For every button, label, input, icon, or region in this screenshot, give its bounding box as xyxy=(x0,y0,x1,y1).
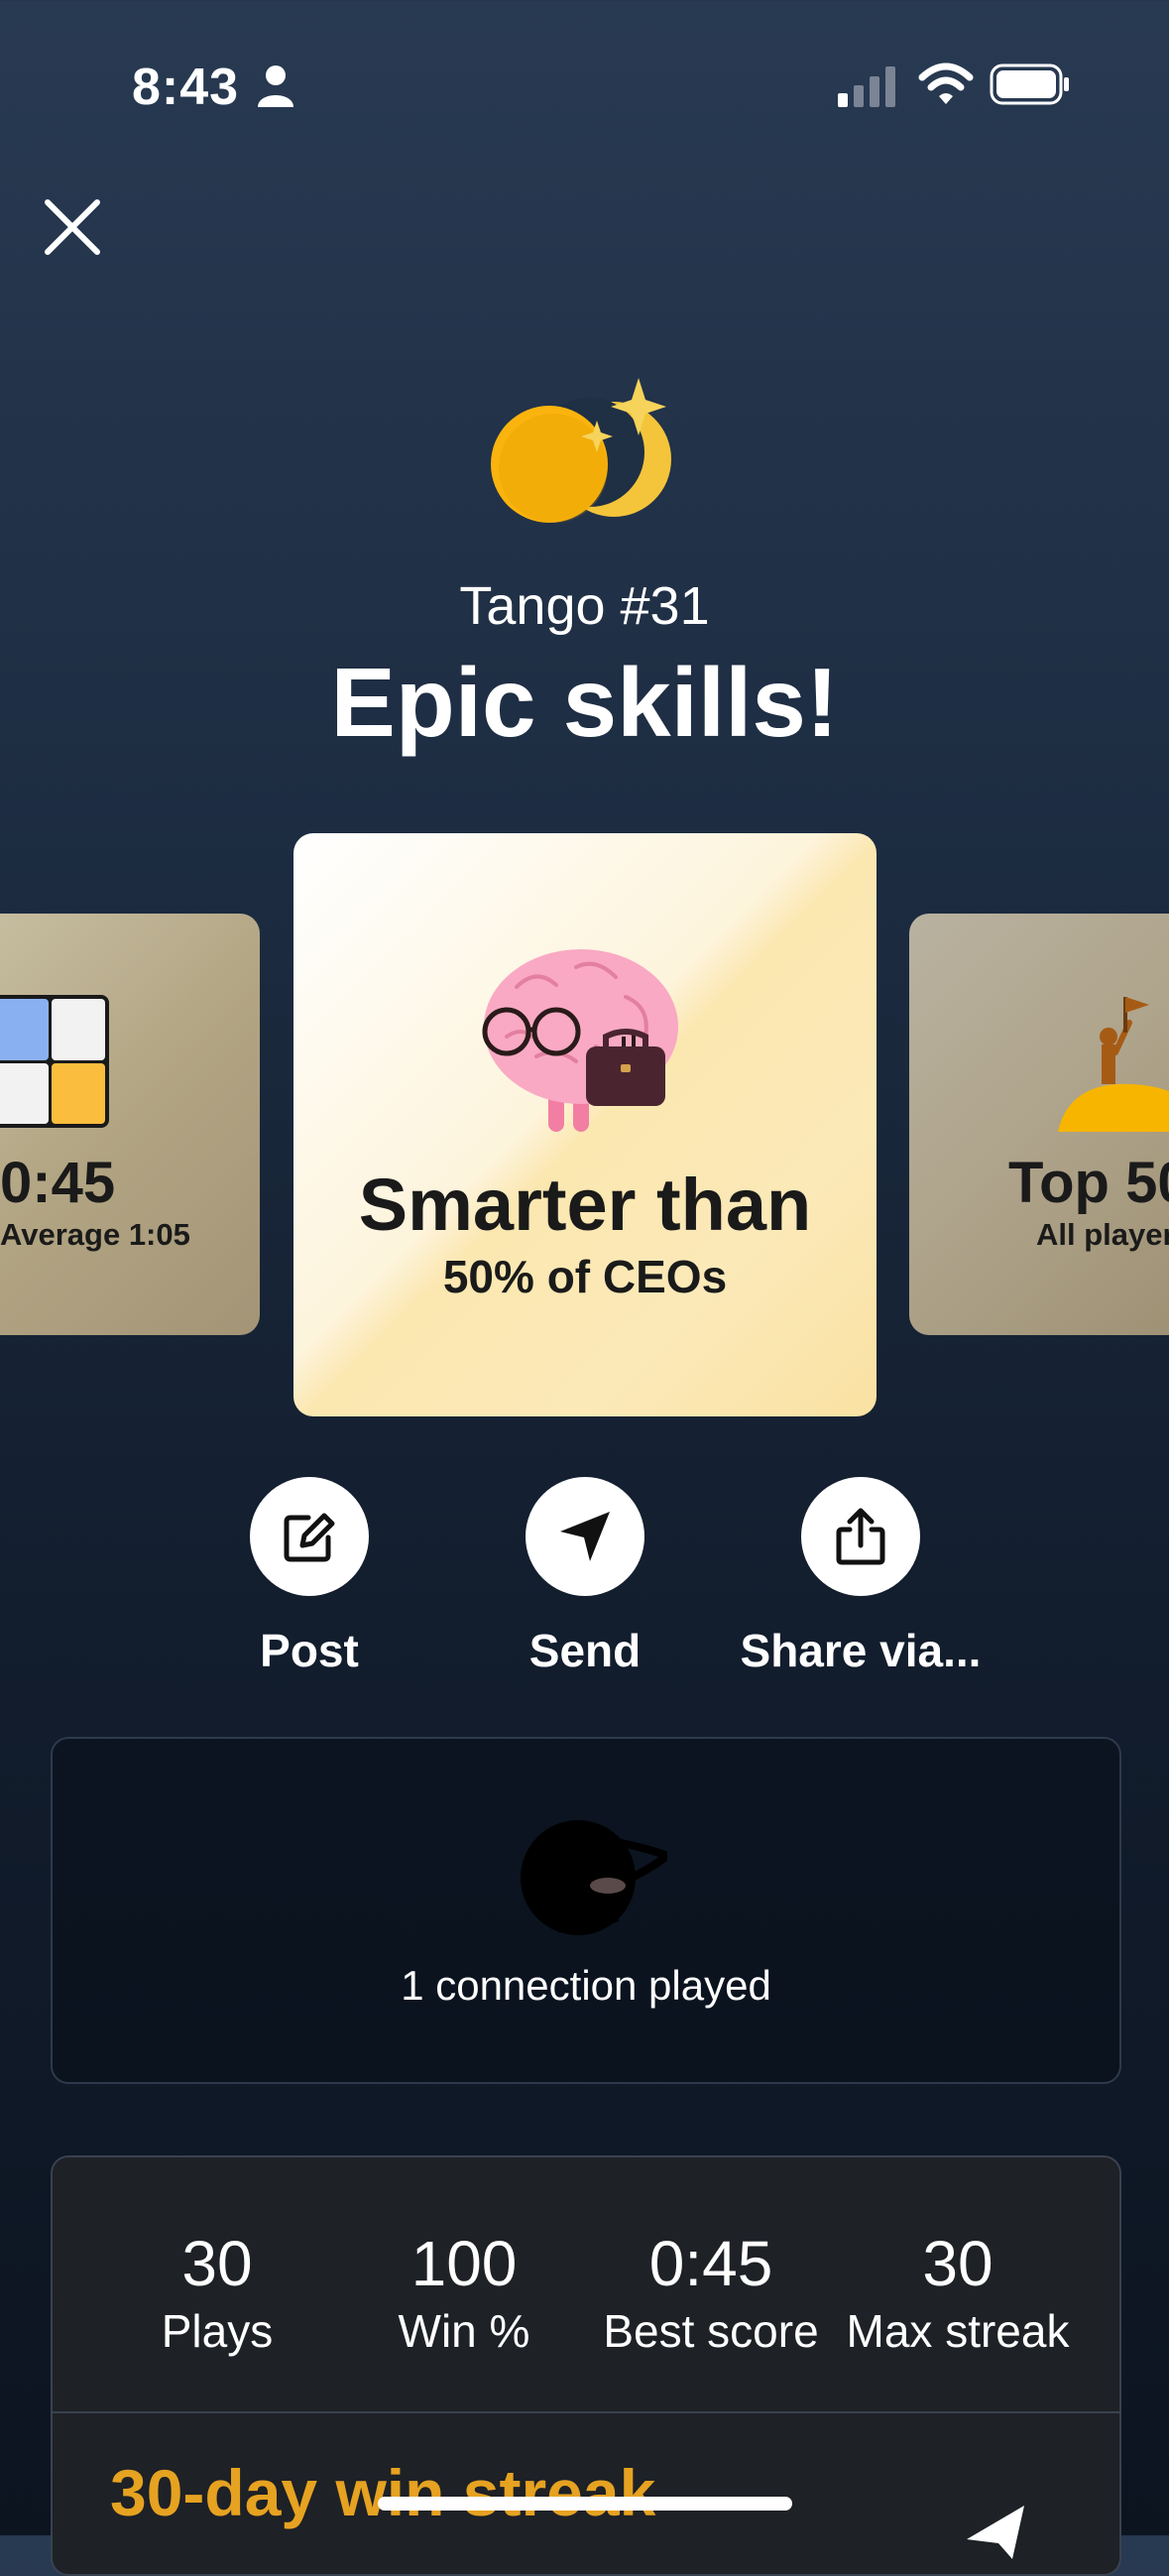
connections-text: 1 connection played xyxy=(401,1962,771,2009)
stats-panel: 30 Plays 100 Win % 0:45 Best score 30 Ma… xyxy=(51,2155,1121,2576)
connections-panel[interactable]: 1 connection played xyxy=(51,1737,1121,2084)
card-subtitle: 50% of CEOs xyxy=(442,1251,728,1302)
stat-value: 30 xyxy=(181,2228,253,2299)
stat-caption: Win % xyxy=(398,2305,530,2357)
summit-flag-icon xyxy=(1058,997,1169,1132)
stat-caption: Plays xyxy=(161,2305,274,2357)
post-label: Post xyxy=(260,1625,359,1676)
send-icon[interactable] xyxy=(965,2500,1034,2559)
stat-value: 30 xyxy=(922,2228,994,2299)
send-icon xyxy=(560,1512,610,1561)
divider xyxy=(53,2411,1119,2413)
stat-caption: Best score xyxy=(603,2305,819,2357)
cellular-signal-icon xyxy=(838,66,895,107)
rank-scope: All players xyxy=(1036,1217,1169,1252)
percentile-card[interactable]: Top 50% All players xyxy=(909,914,1169,1335)
stat-best-score: 0:45 Best score xyxy=(582,2227,840,2358)
stat-value: 100 xyxy=(410,2228,518,2299)
smarter-than-card[interactable]: Smarter than 50% of CEOs xyxy=(293,833,877,1416)
rank-text: Top 50% xyxy=(1008,1151,1169,1215)
solve-time: 0:45 xyxy=(0,1151,116,1215)
stat-plays: 30 Plays xyxy=(88,2227,346,2358)
home-indicator[interactable] xyxy=(378,2497,792,2511)
brain-icon xyxy=(482,949,678,1132)
status-time: 8:43 xyxy=(132,59,240,116)
streak-title: 30-day win streak xyxy=(110,2456,656,2529)
time-card[interactable]: 0:45 Average 1:05 xyxy=(0,914,260,1335)
game-title: Tango #31 xyxy=(459,576,710,636)
close-icon[interactable] xyxy=(40,194,105,260)
share-via-label: Share via... xyxy=(740,1625,982,1676)
send-label: Send xyxy=(528,1625,642,1676)
share-icon xyxy=(836,1508,885,1565)
average-time: Average 1:05 xyxy=(0,1217,190,1252)
person-icon xyxy=(258,65,293,107)
sun-moon-logo-icon xyxy=(491,378,671,523)
puzzle-grid-icon xyxy=(0,995,109,1128)
stat-value: 0:45 xyxy=(648,2228,773,2299)
battery-icon xyxy=(990,63,1069,105)
avatar xyxy=(521,1820,667,1935)
wifi-icon xyxy=(918,62,974,104)
stat-win-percent: 100 Win % xyxy=(335,2227,593,2358)
post-button[interactable]: Post xyxy=(171,1477,448,1677)
headline: Epic skills! xyxy=(330,648,839,757)
stat-max-streak: 30 Max streak xyxy=(829,2227,1087,2358)
share-via-button[interactable]: Share via... xyxy=(722,1477,999,1677)
stat-caption: Max streak xyxy=(846,2305,1070,2357)
send-button[interactable]: Send xyxy=(446,1477,724,1677)
edit-icon xyxy=(284,1513,335,1562)
card-title: Smarter than xyxy=(358,1164,812,1246)
